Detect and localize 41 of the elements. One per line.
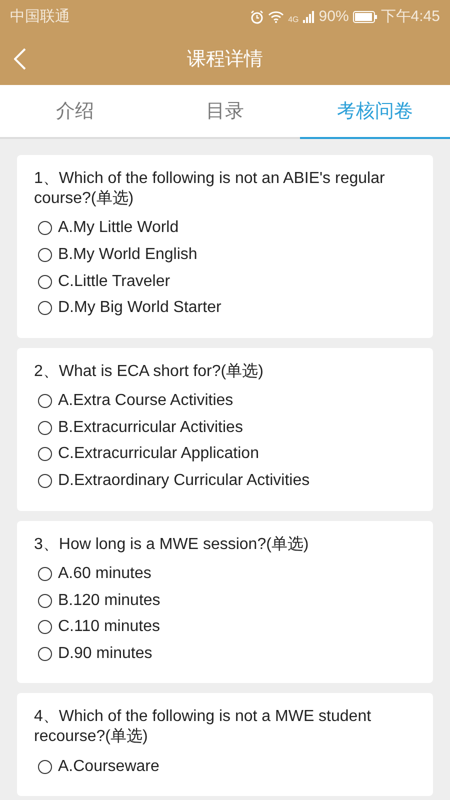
radio-button[interactable] bbox=[38, 474, 52, 488]
radio-button[interactable] bbox=[38, 248, 52, 262]
option-label[interactable]: C.Extracurricular Application bbox=[58, 445, 259, 464]
radio-button[interactable] bbox=[38, 301, 52, 316]
radio-button[interactable] bbox=[38, 221, 52, 236]
radio-button[interactable] bbox=[38, 566, 52, 581]
option-label[interactable]: B.Extracurricular Activities bbox=[58, 418, 243, 437]
option-label[interactable]: A.60 minutes bbox=[58, 564, 152, 583]
option-label[interactable]: D.Extraordinary Curricular Activities bbox=[58, 472, 310, 490]
option-label[interactable]: B.My World English bbox=[58, 246, 198, 264]
signal-icon bbox=[302, 10, 315, 22]
option-label[interactable]: D.My Big World Starter bbox=[58, 299, 222, 318]
radio-button[interactable] bbox=[38, 447, 52, 462]
option-label[interactable]: D.90 minutes bbox=[58, 644, 152, 663]
option-label[interactable]: B.120 minutes bbox=[58, 592, 160, 610]
option-label[interactable]: C.110 minutes bbox=[58, 618, 160, 636]
radio-button[interactable] bbox=[38, 394, 52, 408]
alarm-icon bbox=[250, 10, 264, 24]
radio-button[interactable] bbox=[38, 274, 52, 289]
network-type: 4G bbox=[288, 15, 299, 24]
question-text: 3、How long is a MWE session?(单选) bbox=[34, 534, 310, 554]
carrier-name: 中国联通 bbox=[10, 7, 70, 26]
option-label[interactable]: A.Courseware bbox=[58, 758, 160, 776]
radio-button[interactable] bbox=[38, 420, 52, 435]
tab[interactable]: 介绍 bbox=[0, 85, 150, 139]
battery-percent: 90% bbox=[318, 8, 349, 25]
option-label[interactable]: C.Little Traveler bbox=[58, 272, 170, 291]
radio-button[interactable] bbox=[38, 620, 52, 634]
clock-time: 下午4:45 bbox=[380, 7, 440, 26]
radio-button[interactable] bbox=[38, 646, 52, 661]
radio-button[interactable] bbox=[38, 594, 52, 608]
tab[interactable]: 目录 bbox=[150, 85, 300, 139]
page-title: 课程详情 bbox=[187, 48, 263, 72]
radio-button[interactable] bbox=[38, 760, 52, 774]
option-label[interactable]: A.Extra Course Activities bbox=[58, 392, 234, 410]
question-text: 4、Which of the following is not a MWE student recourse?(单选) bbox=[34, 707, 372, 748]
question-text: 2、What is ECA short for?(单选) bbox=[34, 362, 264, 382]
battery-icon bbox=[352, 10, 377, 22]
wifi-icon bbox=[268, 10, 284, 22]
option-label[interactable]: A.My Little World bbox=[58, 219, 179, 238]
question-text: 1、Which of the following is not an ABIE's regular course?(单选) bbox=[34, 169, 386, 209]
